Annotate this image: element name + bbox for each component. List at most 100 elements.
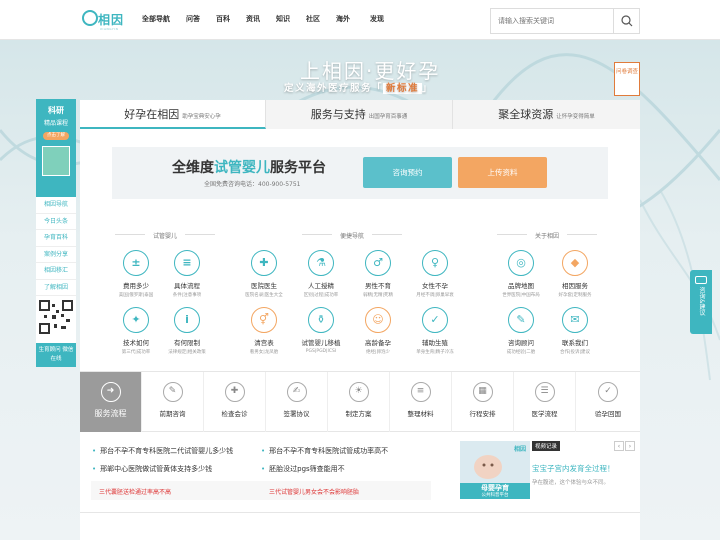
search-button[interactable]: [613, 9, 639, 33]
info-icon: i: [174, 307, 200, 333]
nav-community[interactable]: 社区: [306, 14, 320, 24]
item-technology[interactable]: ✦ 技术如何 第三代|成功率: [108, 307, 164, 355]
video-tag: 视频记录: [532, 441, 561, 451]
flow-step[interactable]: ✓ 验孕回国: [576, 372, 640, 432]
course-sub: 精品课程: [43, 120, 68, 127]
feedback-tab[interactable]: 咨询&建议: [690, 270, 712, 334]
item-elderly[interactable]: ☺ 高龄备孕 绝经|卵泡少: [350, 307, 406, 355]
group-ivf: 试管婴儿: [105, 231, 225, 240]
checklist-icon: ✓: [422, 307, 448, 333]
banner-subslogan: 定义海外医疗服务「 新标准」: [284, 83, 434, 94]
left-float-sidebar: 科研 精品课程 点击了解 相因导航 今日头条 孕育百科 案例分享 相因移汇 了解…: [36, 99, 76, 367]
male-icon: ♂: [365, 250, 391, 276]
diamond-icon: ◆: [562, 250, 588, 276]
tab-service[interactable]: 服务与支持 出国孕育百事通: [266, 100, 453, 129]
flow-step[interactable]: ✍ 签署协议: [266, 372, 328, 432]
course-promo[interactable]: 科研 精品课程 点击了解: [36, 99, 76, 197]
message-icon: [695, 276, 707, 284]
document-icon: ≡: [174, 250, 200, 276]
next-arrow-icon[interactable]: ›: [625, 441, 635, 451]
item-cost[interactable]: ± 费用多少 美国|俄罗斯|泰国: [108, 250, 164, 298]
pregnant-icon: ☺: [365, 307, 391, 333]
chevron-down-icon: ▾: [370, 14, 373, 20]
nav-wiki[interactable]: 百科: [216, 14, 230, 24]
sidebar-link[interactable]: 案例分享: [36, 247, 76, 263]
service-flow: ➜ 服务流程 ✎ 前期咨询 ✚ 检查会诊 ✍ 签署协议 ☀ 制定方案 ≡ 整理材料 ▦ 行程安…: [80, 371, 640, 432]
stethoscope-icon: ✚: [224, 382, 245, 402]
item-transfer[interactable]: ⚱ 试管婴儿移植 PGS|PGD|ICSI: [293, 307, 349, 354]
arrow-right-icon: ➜: [100, 382, 121, 402]
contract-icon: ✍: [286, 382, 307, 402]
sidebar-link[interactable]: 今日头条: [36, 214, 76, 230]
tab-bar: 好孕在相因 助孕宝典安心孕 服务与支持 出国孕育百事通 聚全球资源 让怀孕变得简单: [80, 100, 640, 129]
wechat-consult[interactable]: 生育顾问 微信在线: [36, 343, 76, 367]
item-xiangyin-service[interactable]: ◆ 相因服务 好孕套|定制服务: [547, 250, 603, 298]
divider: [80, 512, 640, 513]
ad-title[interactable]: 宝宝子宫内发育全过程！: [532, 463, 615, 474]
nav-overseas[interactable]: 海外: [336, 14, 350, 24]
item-assisted[interactable]: ✓ 辅助生殖 单身生育|精子冷冻: [407, 307, 463, 355]
globe-icon: ◎: [508, 250, 534, 276]
ad-desc: 孕在腹途，这个体验与众不同。: [532, 480, 610, 486]
news-link[interactable]: 邢台不孕不育专科医院二代试管婴儿多少钱: [92, 446, 233, 456]
flow-step[interactable]: ☰ 医学流程: [514, 372, 576, 432]
main-panel: 好孕在相因 助孕宝典安心孕 服务与支持 出国孕育百事通 聚全球资源 让怀孕变得简单 全…: [80, 100, 640, 540]
tab-pregnancy[interactable]: 好孕在相因 助孕宝典安心孕: [80, 100, 266, 129]
flow-step[interactable]: ▦ 行程安排: [452, 372, 514, 432]
news-link[interactable]: 邢郸中心医院做试管黄体支持多少钱: [92, 464, 212, 474]
female-icon: ♀: [422, 250, 448, 276]
prev-arrow-icon[interactable]: ‹: [614, 441, 624, 451]
flow-step[interactable]: ☀ 制定方案: [328, 372, 390, 432]
search-input[interactable]: [491, 9, 615, 33]
item-brandmap[interactable]: ◎ 品牌地图 世界医院|中国布局: [493, 250, 549, 298]
site-logo[interactable]: 相因 XIANGYIN: [82, 8, 130, 34]
tab-global[interactable]: 聚全球资源 让怀孕变得简单: [453, 100, 640, 129]
flow-step[interactable]: ✎ 前期咨询: [142, 372, 204, 432]
sidebar-link[interactable]: 了解相因: [36, 280, 76, 296]
edit-icon: ✎: [508, 307, 534, 333]
hot-link[interactable]: 三代试管婴儿男女会不会影响胚胎: [269, 487, 359, 496]
check-circle-icon: ✓: [598, 382, 618, 402]
nav-knowledge[interactable]: 知识: [276, 14, 290, 24]
news-link[interactable]: 胚胎没过pgs筛查能用不: [261, 464, 345, 474]
flow-step-service[interactable]: ➜ 服务流程: [80, 372, 142, 432]
course-button[interactable]: 点击了解: [43, 132, 69, 140]
flask-icon: ⚗: [308, 250, 334, 276]
flow-step[interactable]: ✚ 检查会诊: [204, 372, 266, 432]
doctor-icon: ✚: [251, 250, 277, 276]
consult-button[interactable]: 咨询预约: [363, 157, 452, 188]
item-contact[interactable]: ✉ 联系我们 合作|投诉|建议: [547, 307, 603, 355]
chevron-down-icon: ▾: [142, 14, 145, 20]
logo-text: 相因: [98, 13, 125, 27]
promo-phone: 全国免费咨询电话：400-900-5751: [204, 181, 301, 188]
sidebar-link[interactable]: 孕育百科: [36, 230, 76, 247]
item-female[interactable]: ♀ 女性不孕 月经不调|卵巢早衰: [407, 250, 463, 298]
item-insemination[interactable]: ⚗ 人工授精 区别|过程|成功率: [293, 250, 349, 298]
item-gender-chart[interactable]: ⚥ 清宫表 看男女|龙凤胎: [236, 307, 292, 355]
item-male[interactable]: ♂ 男性不育 弱精|无精|死精: [350, 250, 406, 298]
survey-badge[interactable]: 问卷调查: [614, 62, 640, 96]
layers-icon: ≡: [410, 382, 431, 402]
hot-link[interactable]: 三代囊胚送检通过率高不高: [99, 487, 171, 496]
calendar-icon: ▦: [472, 382, 493, 402]
item-limits[interactable]: i 有何限制 法律规定|相关政策: [159, 307, 215, 355]
nav-qa[interactable]: 问答: [186, 14, 200, 24]
flow-step[interactable]: ≡ 整理材料: [390, 372, 452, 432]
ad-caption-sub: 公共科普平台: [481, 493, 509, 498]
calculator-icon: ±: [123, 250, 149, 276]
nav-news[interactable]: 资讯: [246, 14, 260, 24]
upload-button[interactable]: 上传资料: [458, 157, 547, 188]
ad-brand: 相因: [513, 446, 526, 453]
sidebar-link[interactable]: 相因移汇: [36, 263, 76, 280]
logo-subtext: XIANGYIN: [100, 27, 119, 31]
item-hospital[interactable]: ✚ 医院医生 医院名录|医生大全: [236, 250, 292, 298]
sidebar-link[interactable]: 相因导航: [36, 197, 76, 214]
group-nav: 便捷导航: [292, 231, 412, 240]
baby-ad-image[interactable]: 相因 母婴孕育 公共科普平台: [460, 441, 530, 499]
search-box: [490, 8, 640, 34]
item-advisor[interactable]: ✎ 咨询顾问 成功经验|二胎: [493, 307, 549, 355]
gender-icon: ⚥: [251, 307, 277, 333]
form-icon: ✎: [162, 382, 183, 402]
item-process[interactable]: ≡ 具体流程 条件|注意事项: [159, 250, 215, 298]
news-link[interactable]: 邢台不孕不育专科医院试管成功率高不: [261, 446, 388, 456]
